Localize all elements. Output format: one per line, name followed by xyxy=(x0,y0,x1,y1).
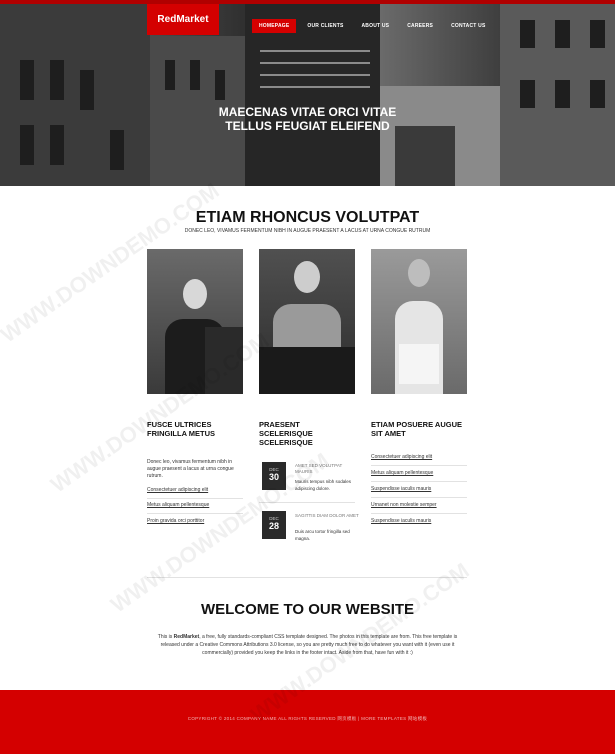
nav-item-our-clients[interactable]: OUR CLIENTS xyxy=(300,19,350,33)
column-1-link-3[interactable]: Proin gravida orci porttitor xyxy=(147,518,204,524)
column-3-title: ETIAM POSUERE AUGUE SIT AMET xyxy=(371,420,462,438)
column-3-link-1[interactable]: Consectetuer adipiscing elit xyxy=(371,454,432,460)
event-day: 30 xyxy=(268,472,279,482)
section-subtitle: DONEC LEO, VIVAMUS FERMENTUM NIBH IN AUG… xyxy=(184,228,431,234)
divider xyxy=(147,498,243,499)
logo[interactable]: RedMarket xyxy=(147,4,219,35)
column-3-link-5[interactable]: Suspendisse iaculis mauris xyxy=(371,518,431,524)
column-1-title: FUSCE ULTRICES FRINGILLA METUS xyxy=(147,420,216,438)
footer xyxy=(0,690,615,754)
column-3-link-2[interactable]: Metus aliquam pellentesque xyxy=(371,470,433,476)
divider xyxy=(147,513,243,514)
photo-businesswoman-phone xyxy=(147,249,243,394)
column-1-link-1[interactable]: Consectetuer adipiscing elit xyxy=(147,487,208,493)
hero-headline-line1: MAECENAS VITAE ORCI VITAE xyxy=(218,105,397,119)
divider xyxy=(371,465,467,466)
main-nav: HOMEPAGE OUR CLIENTS ABOUT US CAREERS CO… xyxy=(252,19,496,33)
section-divider xyxy=(147,577,467,578)
footer-copyright: COPYRIGHT © 2014 COMPANY NAME ALL RIGHTS… xyxy=(187,716,428,721)
column-1-link-2[interactable]: Metus aliquam pellentesque xyxy=(147,502,209,508)
event-title-1[interactable]: AMET SED VOLUTPAT MAURIS xyxy=(295,463,360,475)
event-desc-2: Duis arcu tortor fringilla sed magna. xyxy=(295,529,350,541)
divider xyxy=(371,513,467,514)
nav-item-about-us[interactable]: ABOUT US xyxy=(355,19,397,33)
hero-headline: MAECENAS VITAE ORCI VITAE TELLUS FEUGIAT… xyxy=(0,105,615,133)
section-title: ETIAM RHONCUS VOLUTPAT xyxy=(195,209,420,226)
photo-businessman-desk xyxy=(259,249,355,394)
divider xyxy=(371,497,467,498)
photo-woman-newspaper xyxy=(371,249,467,394)
event-month: DEC xyxy=(269,516,279,521)
hero-headline-line2: TELLUS FEUGIAT ELEIFEND xyxy=(225,119,390,133)
column-1-text: Donec leo, vivamus fermentum nibh in aug… xyxy=(147,459,234,479)
welcome-text-intro: This is xyxy=(157,634,174,640)
nav-item-contact-us[interactable]: CONTACT US xyxy=(444,19,492,33)
event-date-2: DEC 28 xyxy=(262,511,286,539)
welcome-title: WELCOME TO OUR WEBSITE xyxy=(200,601,415,618)
column-1: FUSCE ULTRICES FRINGILLA METUS Donec leo… xyxy=(147,420,243,480)
column-2: PRAESENT SCELERISQUE SCELERISQUE xyxy=(259,420,355,447)
event-month: DEC xyxy=(269,467,279,472)
event-title-2[interactable]: SAGITTIS DIAM DOLOR AMET xyxy=(295,513,360,519)
event-desc-1: Mauris tempus nibh sodales adipiscing do… xyxy=(295,479,352,491)
event-day: 28 xyxy=(268,521,279,531)
column-2-title: PRAESENT SCELERISQUE SCELERISQUE xyxy=(259,420,313,447)
top-accent-bar xyxy=(0,0,615,4)
nav-item-homepage[interactable]: HOMEPAGE xyxy=(252,19,297,33)
welcome-text-brand: RedMarket xyxy=(173,634,200,640)
column-3-link-3[interactable]: Suspendisse iaculis mauris xyxy=(371,486,431,492)
event-date-1: DEC 30 xyxy=(262,462,286,490)
column-3: ETIAM POSUERE AUGUE SIT AMET xyxy=(371,420,467,438)
welcome-text-body: , a free, fully standards-compliant CSS … xyxy=(160,634,458,656)
welcome-text: This is RedMarket, a free, fully standar… xyxy=(150,633,465,657)
divider xyxy=(371,481,467,482)
column-3-link-4[interactable]: Urnanet non molestie semper xyxy=(371,502,437,508)
nav-item-careers[interactable]: CAREERS xyxy=(400,19,440,33)
divider xyxy=(259,502,355,503)
